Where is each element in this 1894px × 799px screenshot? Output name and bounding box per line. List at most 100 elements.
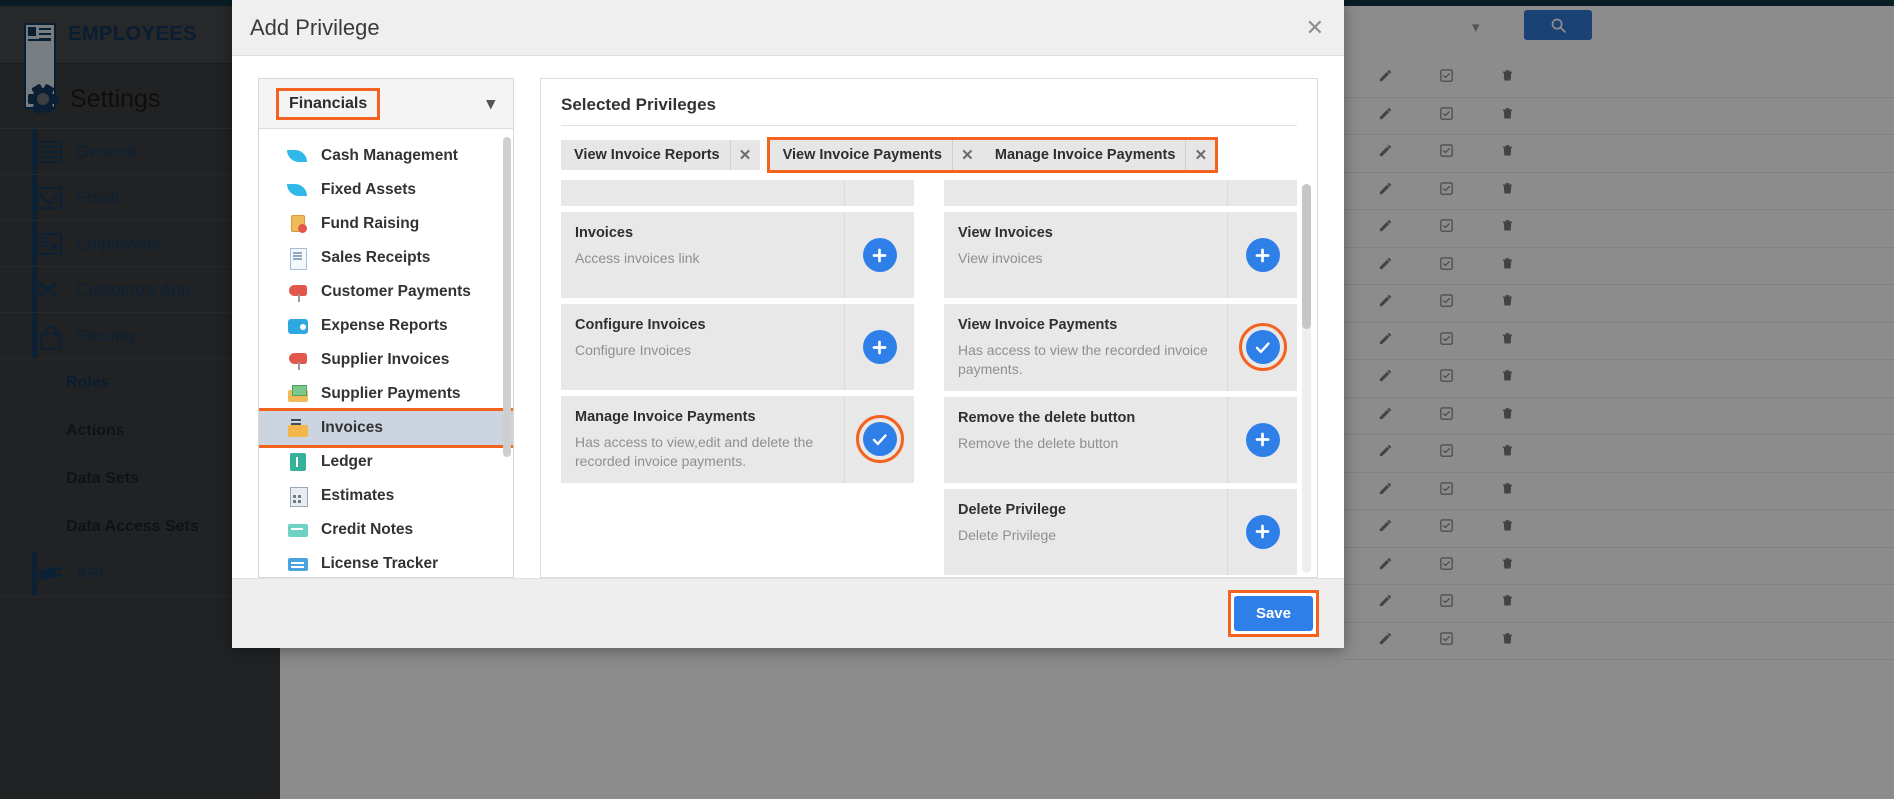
category-item-label: Supplier Invoices (321, 351, 450, 368)
category-item-sales-receipts[interactable]: Sales Receipts (259, 241, 513, 275)
privilege-card-description: Has access to view the recorded invoice … (958, 342, 1208, 377)
privilege-card-body: Invoices Access invoices link (561, 212, 844, 298)
cards-scrollbar-thumb[interactable] (1302, 184, 1311, 329)
category-item-label: Supplier Payments (321, 385, 461, 402)
privilege-card-action (1227, 488, 1297, 575)
privilege-card-body: Configure Invoices Configure Invoices (561, 304, 844, 390)
check-icon[interactable] (1238, 323, 1287, 372)
close-icon[interactable]: ✕ (729, 140, 760, 170)
privilege-card-title: Remove the delete button (958, 409, 1136, 426)
privilege-chip[interactable]: View Invoice Reports ✕ (561, 140, 760, 170)
category-item-expense-reports[interactable]: Expense Reports (259, 309, 513, 343)
dialog-header: Add Privilege ✕ (232, 0, 1344, 56)
picker-scrollbar[interactable] (503, 137, 511, 457)
privilege-chip[interactable]: Manage Invoice Payments ✕ (981, 140, 1216, 170)
license-card-icon (287, 554, 309, 574)
category-item-supplier-payments[interactable]: Supplier Payments (259, 377, 513, 411)
category-dropdown[interactable]: Financials ▾ (259, 79, 513, 129)
privilege-card-title: View Invoices (958, 225, 1053, 241)
privilege-column-left: Invoices Access invoices link Configure In… (561, 180, 914, 577)
privilege-card-description: Configure Invoices (575, 342, 691, 358)
money-envelope-icon (287, 384, 309, 404)
privilege-card-title: Manage Invoice Payments (575, 409, 756, 425)
check-icon[interactable] (855, 415, 904, 464)
close-icon[interactable]: ✕ (1185, 140, 1215, 170)
plus-icon[interactable] (1245, 238, 1280, 272)
category-item-customer-payments[interactable]: Customer Payments (259, 275, 513, 309)
privilege-card-body: View Invoice Payments Has access to view … (944, 304, 1227, 391)
privilege-card[interactable]: Remove the delete button Remove the delet… (944, 396, 1297, 483)
privilege-column-right: View Invoices View invoices View Invoice P… (944, 180, 1297, 577)
plus-icon[interactable] (862, 330, 897, 364)
category-item-license-tracker[interactable]: License Tracker (259, 547, 513, 577)
privilege-card[interactable]: Manage Invoice Payments Has access to vie… (561, 396, 914, 483)
privilege-card[interactable] (561, 180, 914, 206)
category-picker: Financials ▾ Cash Management Fixed Assets… (258, 78, 514, 578)
category-item-label: Sales Receipts (321, 249, 431, 266)
privilege-chip-label: View Invoice Payments (782, 147, 942, 163)
privilege-card-body (561, 180, 844, 206)
category-item-label: Fund Raising (321, 215, 420, 232)
category-item-label: Ledger (321, 453, 373, 470)
privilege-card[interactable]: View Invoice Payments Has access to view … (944, 304, 1297, 391)
category-item-cash-management[interactable]: Cash Management (259, 139, 513, 173)
receipt-icon (287, 248, 309, 270)
save-button[interactable]: Save (1233, 596, 1313, 631)
ledger-book-icon (287, 452, 309, 472)
privilege-card-description: Access invoices link (575, 250, 700, 266)
privilege-card-action (844, 212, 914, 298)
selected-privileges-panel: Selected Privileges View Invoice Reports… (540, 78, 1318, 578)
plus-icon[interactable] (862, 238, 897, 272)
credit-note-icon (287, 520, 309, 540)
privilege-card-action (1227, 212, 1297, 298)
privilege-chip-label: View Invoice Reports (574, 147, 720, 163)
privilege-card-action (844, 304, 914, 390)
category-item-supplier-invoices[interactable]: Supplier Invoices (259, 343, 513, 377)
privilege-card[interactable]: Invoices Access invoices link (561, 212, 914, 298)
dialog-footer: Save (232, 578, 1344, 648)
highlighted-chip-group: View Invoice Payments ✕ Manage Invoice Pay… (766, 137, 1219, 173)
category-item-credit-notes[interactable]: Credit Notes (259, 513, 513, 547)
privilege-card-action (1227, 304, 1297, 391)
privilege-card[interactable] (944, 180, 1297, 206)
leaf-icon (287, 180, 309, 200)
category-item-invoices[interactable]: Invoices (259, 408, 513, 448)
chevron-down-icon[interactable]: ▾ (486, 94, 495, 114)
privilege-card-description: Delete Privilege (958, 526, 1057, 543)
category-item-ledger[interactable]: Ledger (259, 445, 513, 479)
privilege-chip-label: Manage Invoice Payments (994, 147, 1176, 163)
close-icon[interactable]: ✕ (1306, 16, 1324, 39)
privilege-card-description: View invoices (958, 250, 1043, 266)
plus-icon[interactable] (1245, 514, 1280, 549)
plus-icon[interactable] (1245, 422, 1280, 457)
privilege-card-description: Has access to view,edit and delete the r… (575, 434, 814, 469)
leaf-icon (287, 146, 309, 166)
category-item-estimates[interactable]: Estimates (259, 479, 513, 513)
privilege-card-body: Manage Invoice Payments Has access to vie… (561, 396, 844, 483)
privilege-card[interactable]: Configure Invoices Configure Invoices (561, 304, 914, 390)
privilege-card-body: View Invoices View invoices (944, 212, 1227, 298)
privilege-card-title: Configure Invoices (575, 317, 706, 333)
invoice-envelope-icon (287, 418, 309, 438)
wallet-icon (287, 316, 309, 336)
privilege-card-body: Remove the delete button Remove the delet… (944, 397, 1227, 483)
category-item-label: License Tracker (321, 555, 439, 572)
category-selected-label: Financials (275, 87, 381, 120)
category-item-fund-raising[interactable]: Fund Raising (259, 207, 513, 241)
privilege-card[interactable]: Delete Privilege Delete Privilege (944, 488, 1297, 575)
category-item-fixed-assets[interactable]: Fixed Assets (259, 173, 513, 207)
close-icon[interactable]: ✕ (951, 140, 982, 170)
privilege-chip[interactable]: View Invoice Payments ✕ (769, 140, 982, 170)
privilege-card-title: Delete Privilege (958, 501, 1066, 518)
category-item-list: Cash Management Fixed Assets Fund Raising S… (259, 129, 513, 577)
dialog-title: Add Privilege (250, 14, 380, 40)
privilege-card-action (1227, 180, 1297, 206)
privilege-card[interactable]: View Invoices View invoices (944, 212, 1297, 298)
category-item-label: Estimates (321, 487, 395, 504)
coins-icon (287, 214, 309, 234)
category-item-label: Invoices (321, 419, 384, 436)
panel-title: Selected Privileges (561, 95, 716, 114)
mailbox-icon (287, 350, 309, 370)
privilege-card-action (1227, 396, 1297, 483)
save-highlight: Save (1227, 590, 1320, 637)
